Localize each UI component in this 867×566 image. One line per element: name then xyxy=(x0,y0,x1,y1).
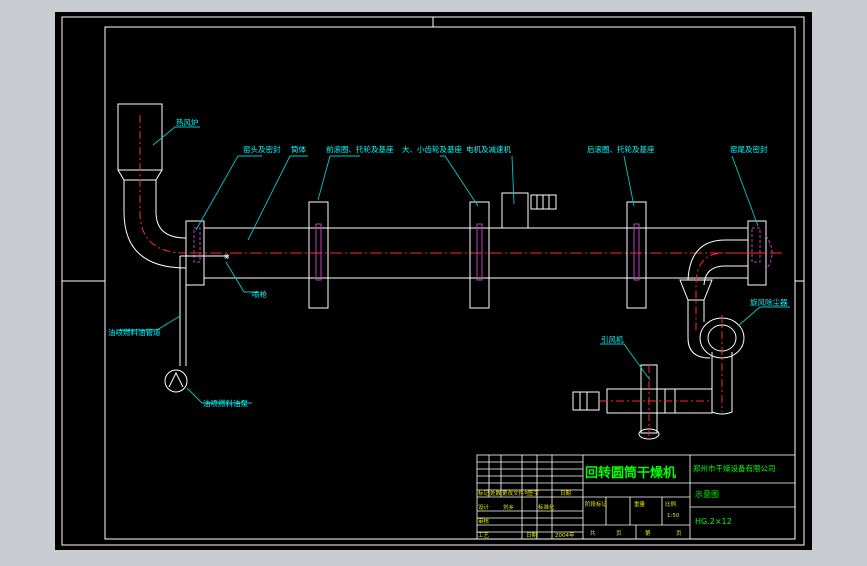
role-process: 工艺 xyxy=(478,532,490,539)
date-label: 日期 xyxy=(526,532,538,539)
drawing-type: 示意图 xyxy=(695,489,719,499)
role-designer: 设计 xyxy=(478,503,490,511)
burner-tip-mark: ⨳ xyxy=(224,252,230,262)
company-name: 郑州市干燥设备有限公司 xyxy=(693,463,776,473)
stage-label: 阶段标记 xyxy=(585,500,608,508)
label-drum: 筒体 xyxy=(291,144,306,154)
role-review: 审核 xyxy=(478,517,490,525)
label-gear: 大、小齿轮及基座 xyxy=(402,144,462,154)
std-label: 标准化 xyxy=(538,503,555,511)
sheet-unit: 页 xyxy=(616,530,622,537)
row-header-3: 更改文件号 xyxy=(502,489,530,497)
sheet-no: 第 xyxy=(645,529,651,537)
label-hot-air-furnace: 热风炉 xyxy=(176,117,199,127)
label-front-ring: 前滚圈、托轮及基座 xyxy=(326,144,394,154)
sheet-unit-2: 页 xyxy=(676,530,682,537)
label-head-seal: 窑头及密封 xyxy=(243,144,281,154)
drawing-model: HG.2×12 xyxy=(695,517,732,526)
weight-label: 重量 xyxy=(634,500,646,508)
sheet-total: 共 xyxy=(590,529,596,537)
row-header-4: 签字 xyxy=(528,489,540,497)
row-header-1: 标记 xyxy=(478,489,490,497)
ratio-label: 比例 xyxy=(665,500,677,508)
label-fuel-pump: 油喷燃料油泵 xyxy=(203,398,248,408)
scale-value: 1:50 xyxy=(667,513,680,519)
label-fan: 引风机 xyxy=(601,334,624,344)
drawing-svg: ⨳ 热风炉 窑头及密封 筒体 前滚圈、托轮及基座 大、小齿轮及基座 电机及减速机… xyxy=(0,0,867,562)
product-name: 回转圆筒干燥机 xyxy=(585,465,676,481)
label-rear-ring: 后滚圈、托轮及基座 xyxy=(587,144,655,154)
label-tail-seal: 窑尾及密封 xyxy=(730,144,768,154)
row-header-2: 处数 xyxy=(490,489,502,497)
row-header-5: 日期 xyxy=(560,490,572,497)
designer-name: 刘乡 xyxy=(503,503,514,511)
label-burner: 喷枪 xyxy=(252,289,267,299)
label-motor-reducer: 电机及减速机 xyxy=(466,144,511,154)
label-cyclone: 旋风除尘器 xyxy=(750,297,788,307)
date-value: 2004年 xyxy=(555,531,575,539)
label-fuel-pipe: 油喷燃料油管道 xyxy=(108,327,161,337)
cad-drawing-canvas: ⨳ 热风炉 窑头及密封 筒体 前滚圈、托轮及基座 大、小齿轮及基座 电机及减速机… xyxy=(0,0,867,562)
